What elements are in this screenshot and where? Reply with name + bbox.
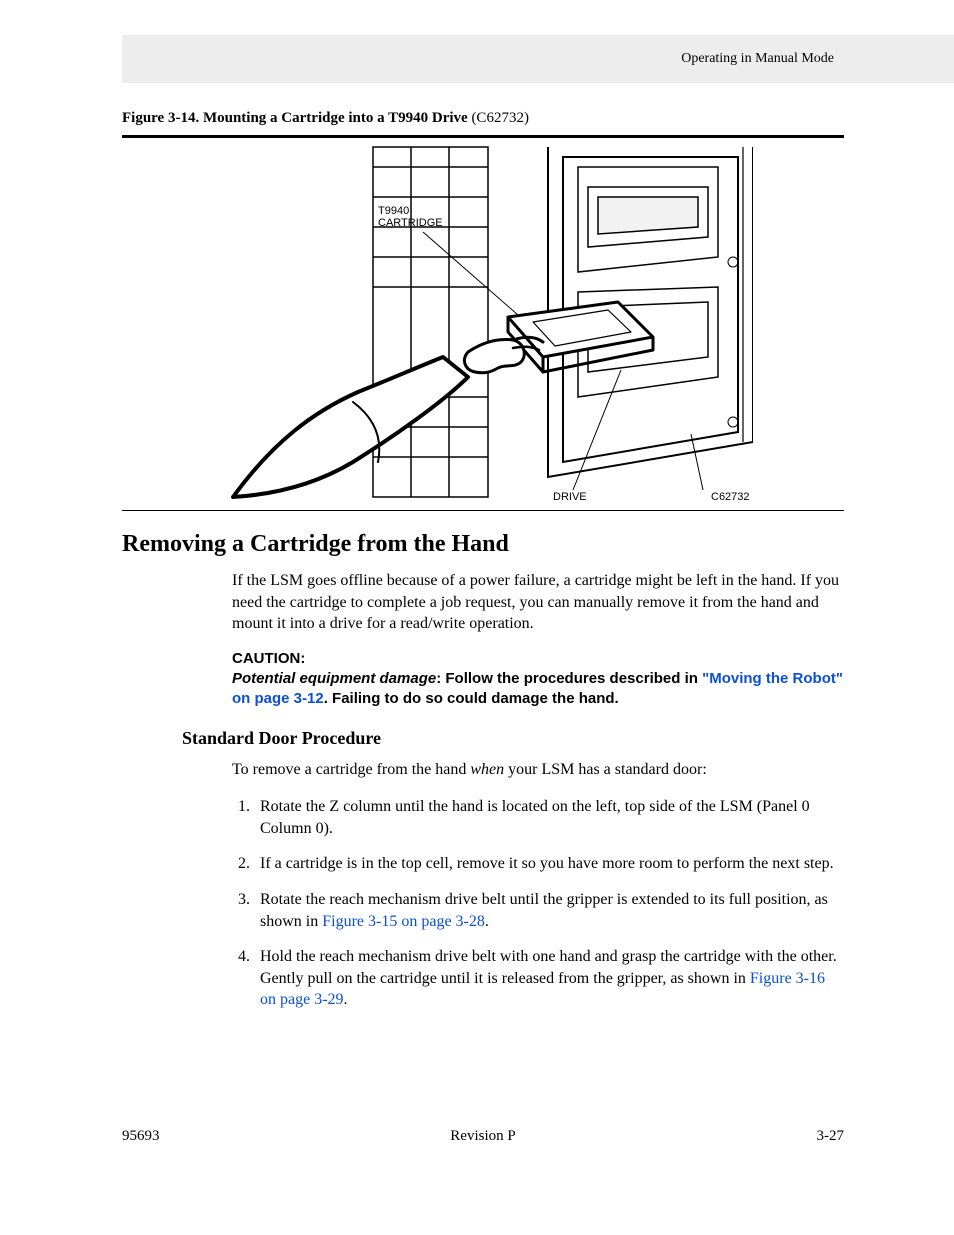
footer-center: Revision P [122, 1128, 844, 1145]
procedure-lead-in: To remove a cartridge from the hand when… [232, 759, 844, 781]
subheading: Standard Door Procedure [182, 728, 844, 749]
figure-caption-bold: Figure 3-14. Mounting a Cartridge into a… [122, 110, 468, 126]
figure-caption: Figure 3-14. Mounting a Cartridge into a… [122, 110, 844, 127]
step-4-after: . [344, 991, 348, 1008]
figure-rule-bottom [122, 510, 844, 511]
intro-paragraph: If the LSM goes offline because of a pow… [232, 570, 844, 635]
svg-label-code: C62732 [711, 491, 750, 502]
running-head-text: Operating in Manual Mode [681, 51, 834, 66]
lead-in-before: To remove a cartridge from the hand [232, 761, 470, 778]
step-4: Hold the reach mechanism drive belt with… [254, 946, 844, 1011]
running-header: Operating in Manual Mode [122, 35, 954, 83]
svg-label-cartridge-1: T9940 [378, 205, 409, 217]
caution-body-before: : Follow the procedures described in [436, 670, 702, 687]
step-1-text: Rotate the Z column until the hand is lo… [260, 798, 810, 837]
caution-heading: CAUTION: [232, 649, 844, 669]
step-3-after: . [485, 913, 489, 930]
lead-in-after: your LSM has a standard door: [504, 761, 707, 778]
caution-warning-italic: Potential equipment damage [232, 670, 436, 687]
step-3: Rotate the reach mechanism drive belt un… [254, 889, 844, 932]
svg-label-drive: DRIVE [553, 491, 587, 502]
section-heading: Removing a Cartridge from the Hand [122, 531, 844, 558]
step-1: Rotate the Z column until the hand is lo… [254, 796, 844, 839]
lead-in-ital: when [470, 761, 504, 778]
page-footer: 95693 Revision P 3-27 [122, 1128, 844, 1145]
caution-body-after: . Failing to do so could damage the hand… [324, 690, 619, 707]
figure-illustration: T9940 CARTRIDGE DRIVE C62732 [122, 138, 844, 506]
step-2: If a cartridge is in the top cell, remov… [254, 853, 844, 875]
svg-label-cartridge-2: CARTRIDGE [378, 217, 443, 229]
caution-block: CAUTION: Potential equipment damage: Fol… [232, 649, 844, 710]
figure-caption-code: (C62732) [468, 110, 529, 126]
step-2-text: If a cartridge is in the top cell, remov… [260, 855, 834, 872]
step-3-link[interactable]: Figure 3-15 on page 3-28 [322, 913, 485, 930]
procedure-steps: Rotate the Z column until the hand is lo… [232, 796, 844, 1011]
